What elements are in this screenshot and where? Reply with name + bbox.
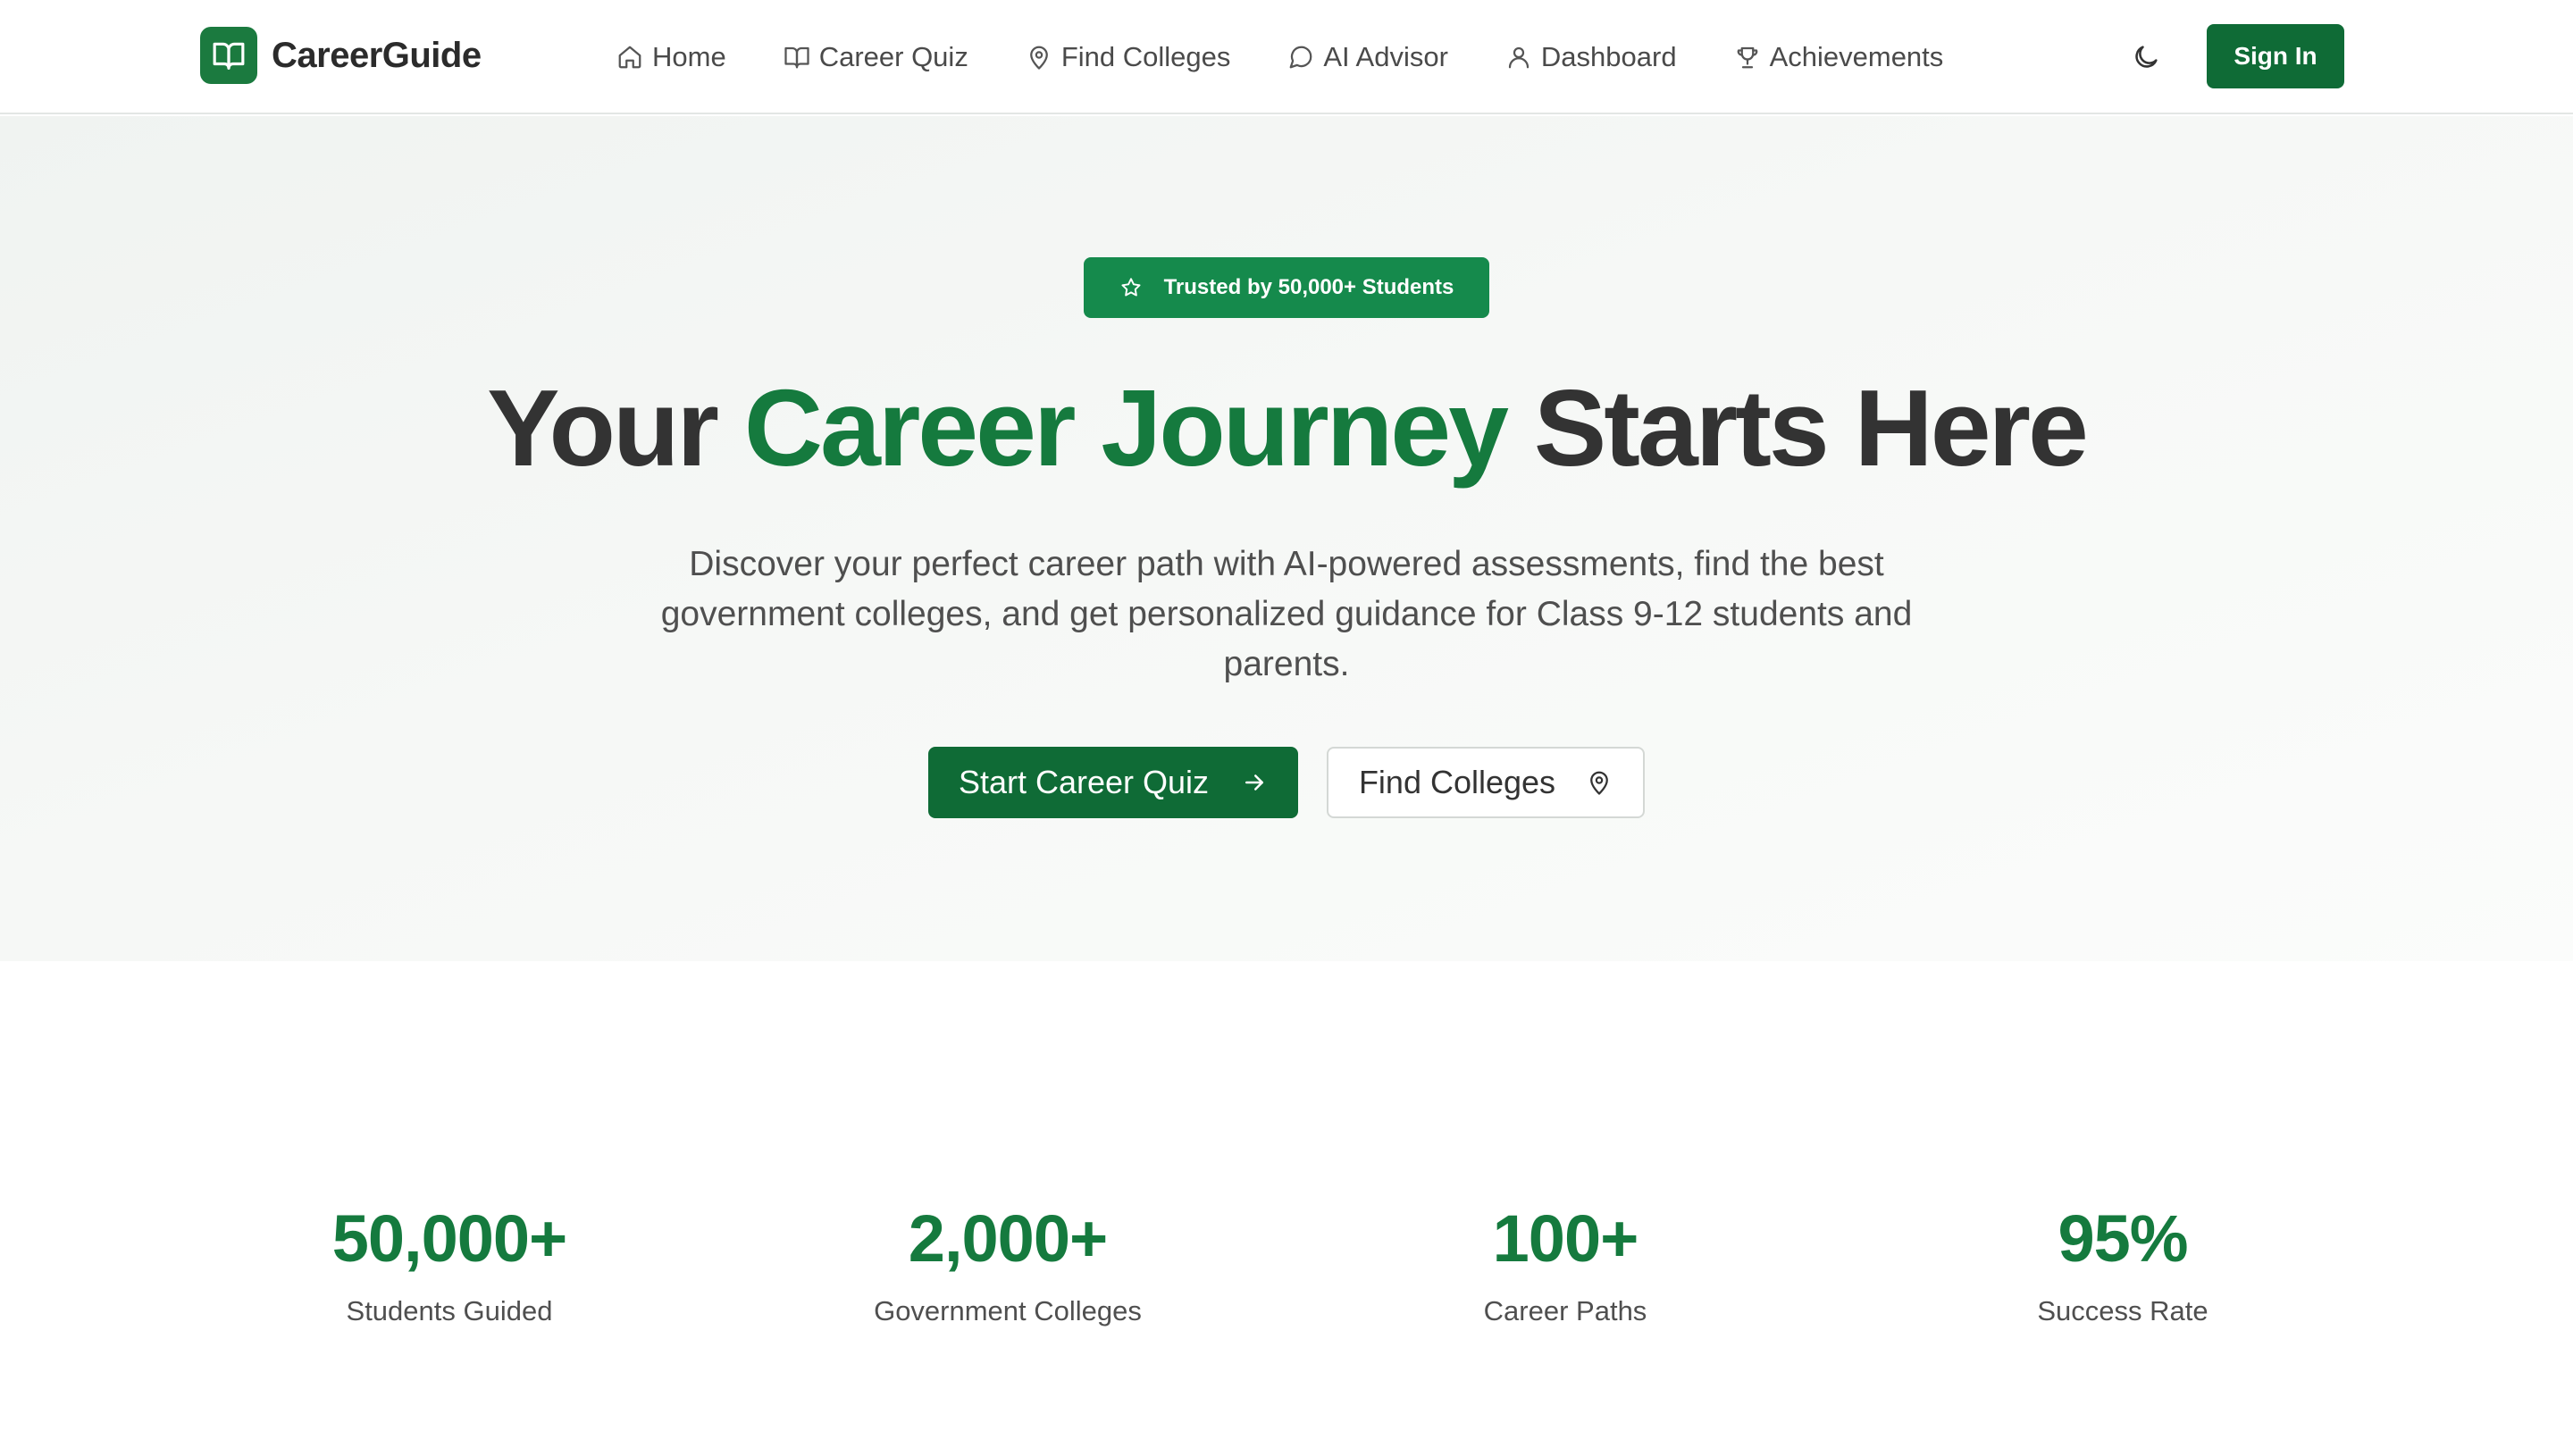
stat-label: Success Rate [2037,1295,2208,1326]
stat-career-paths: 100+ Career Paths [1342,1206,1789,1327]
main-nav: Home Career Quiz Find Colleges AI Adviso… [616,32,1943,82]
nav-item-home[interactable]: Home [616,41,726,73]
nav-item-label: Dashboard [1540,41,1677,72]
stat-label: Students Guided [346,1295,553,1326]
hero-subtitle: Discover your perfect career path with A… [660,545,1913,683]
nav-item-find-colleges[interactable]: Find Colleges [1026,41,1231,73]
stat-government-colleges: 2,000+ Government Colleges [784,1206,1231,1327]
map-pin-icon [1029,46,1048,70]
user-icon [1508,46,1530,69]
trust-badge: Trusted by 50,000+ Students [1084,257,1489,318]
stat-success-rate: 95% Success Rate [1899,1206,2346,1327]
stat-label: Government Colleges [874,1295,1142,1326]
cta-row: Start Career Quiz Find Colleges [928,747,1645,818]
start-career-quiz-button[interactable]: Start Career Quiz [928,747,1298,818]
find-colleges-label: Find Colleges [1358,764,1556,800]
arrow-right-icon [1245,774,1264,791]
start-career-quiz-label: Start Career Quiz [958,764,1210,800]
trust-badge-text: Trusted by 50,000+ Students [1163,275,1454,299]
nav-item-label: Achievements [1769,41,1944,72]
stat-students-guided: 50,000+ Students Guided [226,1206,673,1327]
hero-title-part1: Your [487,367,719,489]
brand-home-link[interactable]: CareerGuide [200,27,482,84]
nav-item-label: Home [652,41,726,72]
moon-icon [2135,46,2158,68]
book-open-icon [200,27,257,84]
hero-section: Trusted by 50,000+ Students Your Career … [0,116,2573,961]
stat-label: Career Paths [1483,1295,1647,1326]
brand-name: CareerGuide [272,35,482,75]
top-navbar: CareerGuide Home Career Quiz Find Colleg… [0,0,2573,114]
nav-item-ai-advisor[interactable]: AI Advisor [1287,41,1448,73]
trophy-icon [1737,46,1757,69]
nav-item-label: Find Colleges [1060,41,1231,72]
book-open-icon [784,46,809,69]
stat-value: 50,000+ [331,1201,568,1276]
theme-toggle-button[interactable] [2125,36,2167,79]
stat-value: 2,000+ [908,1201,1108,1276]
hero-title: Your Career Journey Starts Here [0,368,2573,488]
nav-item-career-quiz[interactable]: Career Quiz [784,41,968,73]
star-icon [1121,278,1141,297]
sign-in-button[interactable]: Sign In [2207,24,2344,88]
nav-item-label: Career Quiz [818,41,968,72]
nav-item-dashboard[interactable]: Dashboard [1505,41,1677,73]
message-circle-icon [1289,46,1312,69]
stat-value: 95% [2058,1201,2188,1276]
nav-item-label: AI Advisor [1323,41,1448,72]
find-colleges-button[interactable]: Find Colleges [1327,747,1645,818]
map-pin-icon [1590,771,1608,795]
home-icon [618,46,641,69]
hero-title-accent: Career Journey [743,367,1509,489]
stat-value: 100+ [1492,1201,1639,1276]
nav-item-achievements[interactable]: Achievements [1734,41,1944,73]
hero-title-part2: Starts Here [1533,367,2089,489]
